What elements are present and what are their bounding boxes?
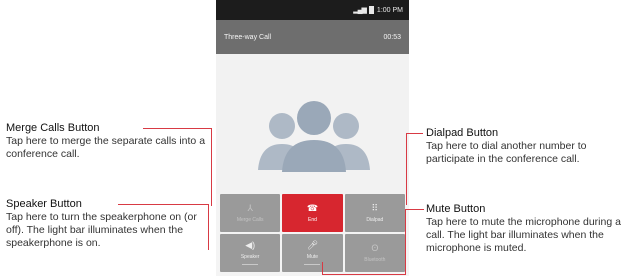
speaker-callout: Speaker Button Tap here to turn the spea…: [6, 198, 206, 250]
dialpad-callout-desc: Tap here to dial another number to parti…: [426, 140, 587, 165]
speaker-label: Speaker: [240, 254, 260, 260]
status-bar: ▂▄▆ 1:00 PM: [216, 0, 409, 20]
mute-callout-line-up: [322, 262, 323, 275]
speaker-icon: ◀): [245, 240, 256, 250]
call-button-grid: ⅄ Merge Calls ☎ End ⠿ Dialpad ◀) Speaker…: [220, 194, 405, 272]
mute-callout-line-b: [322, 274, 406, 275]
merge-calls-label: Merge Calls: [236, 216, 264, 223]
battery-icon: [368, 6, 374, 14]
dialpad-label: Dialpad: [366, 216, 384, 223]
dialpad-callout-title: Dialpad Button: [426, 127, 499, 139]
conference-avatar-icon: [258, 101, 370, 172]
merge-calls-callout-desc: Tap here to merge the separate calls int…: [6, 135, 206, 160]
merge-callout-line-v: [211, 128, 212, 206]
avatar-area: [216, 54, 409, 194]
mute-light-bar: [304, 264, 321, 265]
speaker-callout-line-v: [208, 204, 209, 250]
dialpad-icon: ⠿: [371, 202, 379, 213]
dialpad-callout: Dialpad Button Tap here to dial another …: [426, 127, 626, 166]
status-time: 1:00 PM: [376, 6, 403, 14]
speaker-button[interactable]: ◀) Speaker: [220, 234, 281, 272]
signal-icon: ▂▄▆: [353, 7, 367, 14]
end-call-icon: ☎: [306, 202, 319, 213]
speaker-light-bar: [242, 264, 259, 265]
bluetooth-label: Bluetooth: [364, 256, 386, 263]
speaker-callout-desc: Tap here to turn the speakerphone on (or…: [6, 211, 197, 249]
end-call-button[interactable]: ☎ End: [282, 194, 343, 232]
phone-screen: ▂▄▆ 1:00 PM Three-way Call 00:53 ⅄ Merge…: [216, 0, 409, 276]
mute-callout-line-v: [405, 209, 406, 275]
call-header: Three-way Call 00:53: [216, 20, 409, 54]
merge-calls-button[interactable]: ⅄ Merge Calls: [220, 194, 281, 232]
mute-button[interactable]: 🎤︎ Mute: [282, 234, 343, 272]
bluetooth-button[interactable]: ʘ Bluetooth: [344, 234, 405, 272]
mute-callout-title: Mute Button: [426, 203, 486, 215]
bluetooth-icon: ʘ: [371, 242, 379, 253]
merge-calls-callout: Merge Calls Button Tap here to merge the…: [6, 122, 211, 161]
dialpad-callout-line-h: [406, 133, 423, 134]
call-timer: 00:53: [383, 33, 401, 41]
mute-callout-desc: Tap here to mute the microphone during a…: [426, 216, 621, 254]
merge-calls-callout-title: Merge Calls Button: [6, 122, 100, 134]
merge-icon: ⅄: [247, 202, 253, 213]
mute-label: Mute: [306, 254, 319, 260]
end-call-label: End: [308, 216, 317, 223]
dialpad-callout-line: [406, 133, 407, 205]
speaker-callout-title: Speaker Button: [6, 198, 82, 210]
mute-callout: Mute Button Tap here to mute the microph…: [426, 203, 628, 255]
mute-icon: 🎤︎: [306, 240, 319, 250]
dialpad-button[interactable]: ⠿ Dialpad: [344, 194, 405, 232]
mute-callout-line: [405, 209, 424, 210]
call-title: Three-way Call: [224, 33, 272, 41]
